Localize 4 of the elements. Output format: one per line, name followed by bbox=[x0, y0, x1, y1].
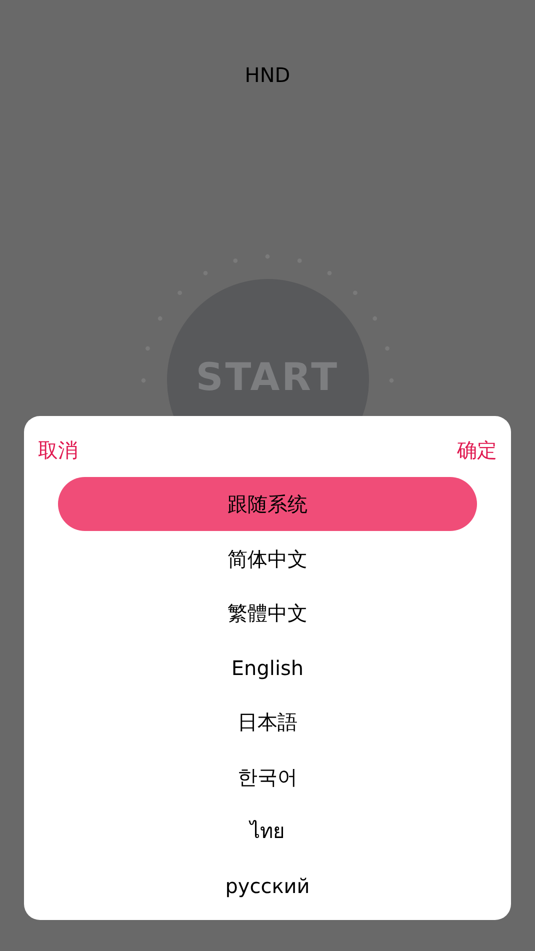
cancel-button[interactable]: 取消 bbox=[38, 436, 78, 464]
app-title: HND bbox=[244, 62, 290, 89]
language-option[interactable]: 跟随系统 bbox=[58, 477, 477, 531]
confirm-button[interactable]: 确定 bbox=[457, 436, 497, 464]
